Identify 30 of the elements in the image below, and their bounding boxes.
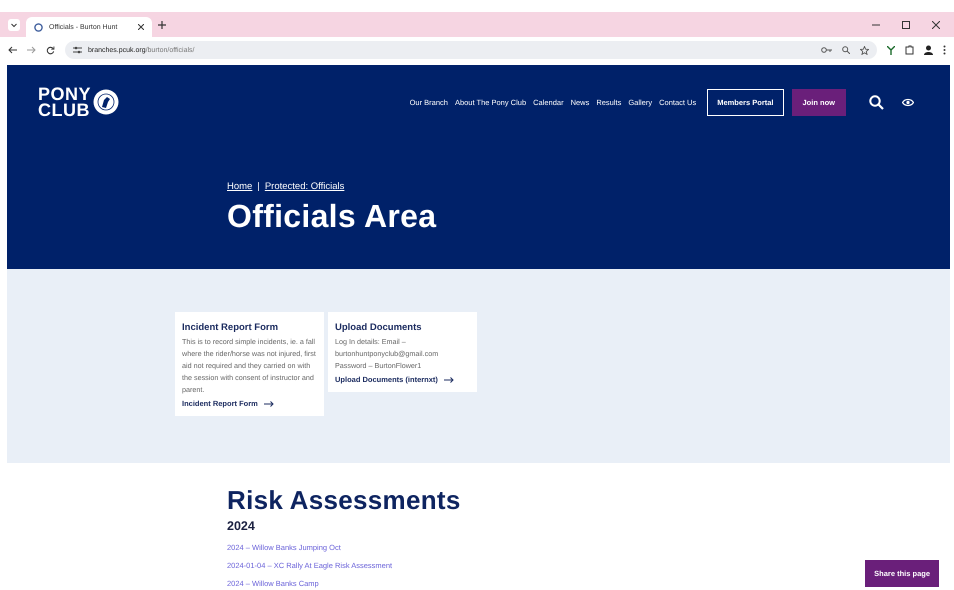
tab-list-icon[interactable] [8,18,20,30]
breadcrumb-link[interactable]: Home [227,181,252,192]
logo-text[interactable]: CLUB [38,102,92,118]
card-title: Incident Report Form [182,322,280,333]
menu-icon[interactable] [943,45,946,55]
back-icon[interactable] [8,46,17,54]
search-icon[interactable] [869,94,884,110]
close-icon[interactable] [138,24,144,30]
arrow-right-icon [444,376,454,382]
section-heading: Risk Assessments [227,485,462,516]
logo-text[interactable]: PONY [38,86,92,102]
maximize-icon[interactable] [902,20,910,28]
site-settings-icon[interactable] [73,46,82,54]
year-heading: 2024 [227,519,256,533]
arrow-right-icon [264,400,274,406]
breadcrumb-link[interactable]: Protected: Officials [264,181,344,192]
page-title: Officials Area [227,198,438,235]
close-icon[interactable] [932,20,940,28]
card-title: Upload Documents [335,322,423,333]
forward-icon[interactable] [27,46,36,54]
reload-icon[interactable] [46,46,55,54]
emblem-icon[interactable] [93,89,120,115]
star-icon[interactable] [860,46,869,54]
eye-icon[interactable] [902,98,914,106]
new-tab-icon[interactable] [158,20,166,28]
zoom-icon[interactable] [842,46,850,54]
breadcrumb-separator: | [257,181,260,192]
profile-icon[interactable] [924,45,933,55]
key-icon[interactable] [821,47,832,53]
globe-icon [34,22,43,32]
